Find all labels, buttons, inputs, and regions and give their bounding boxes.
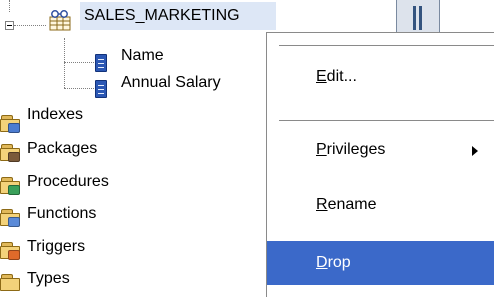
menu-item-label: Drop [316, 254, 351, 271]
menu-item-privileges[interactable]: Privileges [267, 128, 494, 172]
collapse-toggle-icon[interactable] [5, 21, 14, 30]
tree-node-triggers[interactable]: Triggers [27, 238, 85, 256]
tree-line [9, 0, 10, 12]
tree-line [64, 88, 94, 89]
tree-node-annual-salary[interactable]: Annual Salary [121, 74, 221, 92]
procedures-folder-icon [0, 175, 24, 195]
menu-separator [279, 45, 494, 46]
tree-line [64, 38, 65, 88]
tree-node-procedures[interactable]: Procedures [27, 173, 109, 191]
tree-node-packages[interactable]: Packages [27, 140, 97, 158]
indexes-folder-icon [0, 113, 24, 133]
packages-folder-icon [0, 142, 24, 162]
tree-node-types[interactable]: Types [27, 270, 70, 288]
menu-item-label: Rename [316, 196, 377, 213]
menu-item-rename[interactable]: Rename [267, 183, 494, 227]
column-icon [95, 54, 107, 72]
submenu-arrow-icon [472, 146, 478, 156]
menu-separator [279, 120, 494, 121]
background-toolbar-handle [396, 0, 440, 36]
table-icon [49, 10, 71, 31]
menu-item-label: Privileges [316, 141, 386, 158]
triggers-folder-icon [0, 240, 24, 260]
context-menu: Edit... Privileges Rename Drop [266, 32, 494, 297]
tree-node-indexes[interactable]: Indexes [27, 106, 83, 124]
types-folder-icon [0, 272, 24, 292]
functions-folder-icon [0, 207, 24, 227]
menu-item-edit[interactable]: Edit... [267, 55, 494, 99]
tree-line [64, 62, 94, 63]
column-icon [95, 80, 107, 98]
tree-node-name[interactable]: Name [121, 47, 164, 65]
menu-item-drop[interactable]: Drop [267, 241, 494, 285]
menu-item-label: Edit... [316, 68, 357, 85]
tree-node-functions[interactable]: Functions [27, 205, 96, 223]
tree-line [14, 25, 46, 26]
table-node-label[interactable]: SALES_MARKETING [84, 7, 240, 25]
